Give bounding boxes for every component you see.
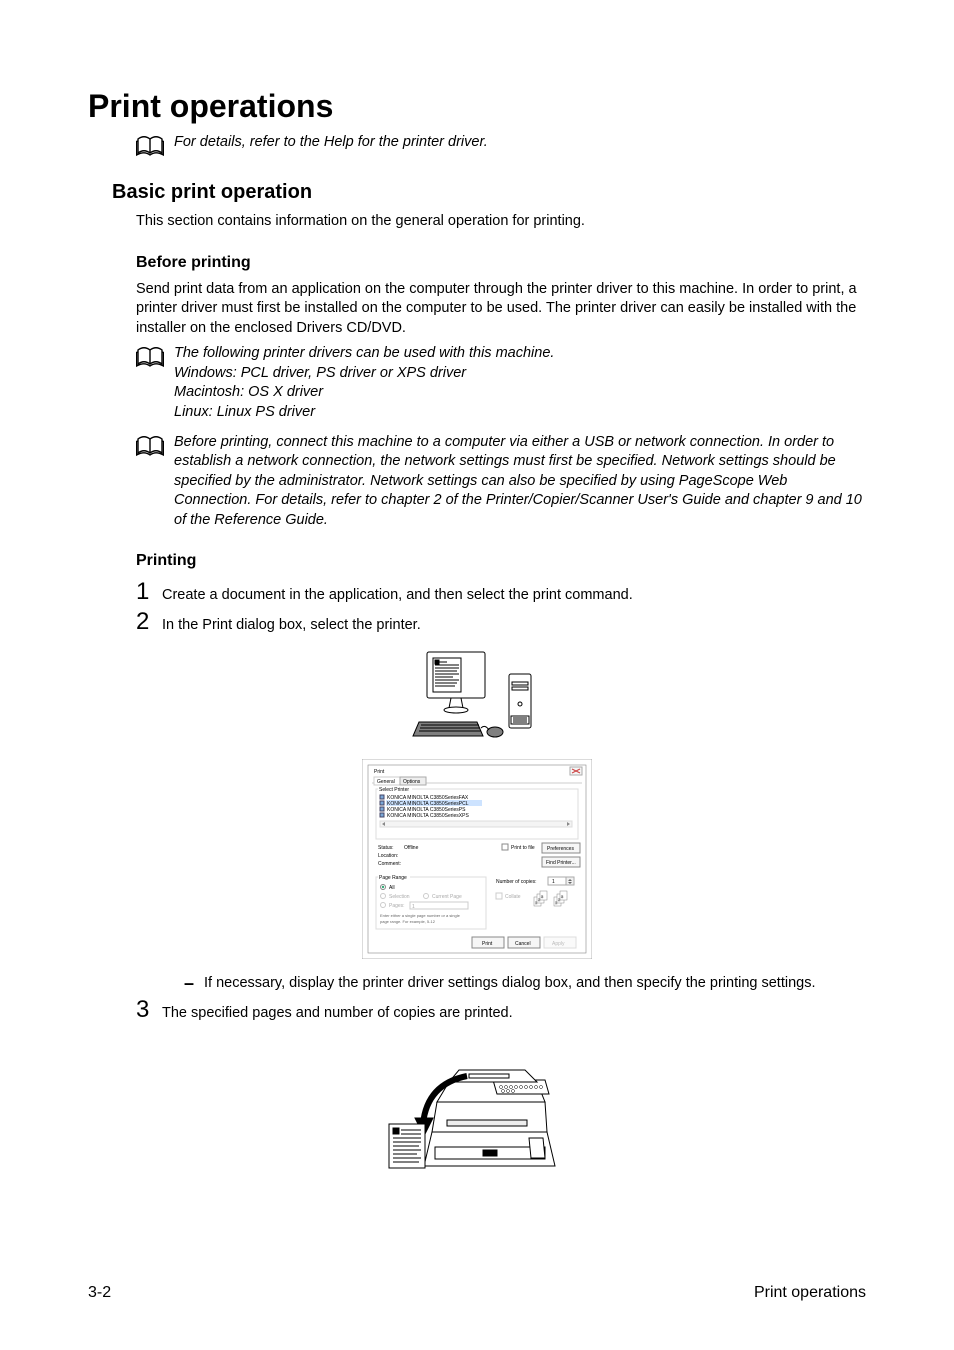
radio-selection[interactable] [381, 894, 386, 899]
step-2-bullet: If necessary, display the printer driver… [204, 974, 815, 994]
book-icon [136, 135, 164, 157]
step-number-3: 3 [136, 996, 162, 1024]
svg-text:page range. For example, 5-12: page range. For example, 5-12 [380, 919, 436, 924]
svg-text:Find Printer...: Find Printer... [546, 860, 576, 866]
svg-text:Page Range: Page Range [379, 875, 407, 881]
page-title: Print operations [88, 88, 866, 125]
svg-text:Preferences: Preferences [547, 846, 574, 852]
svg-text:Selection: Selection [389, 894, 410, 900]
note-line: Macintosh: OS X driver [174, 383, 554, 403]
note-line: Windows: PCL driver, PS driver or XPS dr… [174, 364, 554, 384]
footer-page-number: 3-2 [88, 1284, 111, 1302]
svg-text:All: All [389, 885, 395, 891]
step-1-text: Create a document in the application, an… [162, 586, 633, 606]
note-connection: Before printing, connect this machine to… [174, 433, 866, 531]
section-basic-intro: This section contains information on the… [136, 212, 866, 232]
radio-pages[interactable] [381, 903, 386, 908]
svg-text:1: 1 [552, 879, 555, 885]
svg-text:Cancel: Cancel [515, 941, 531, 947]
before-printing-para: Send print data from an application on t… [136, 280, 866, 339]
pages-input[interactable] [410, 902, 468, 909]
footer-section: Print operations [754, 1284, 866, 1302]
step-number-2: 2 [136, 608, 162, 636]
step-number-1: 1 [136, 578, 162, 606]
step-3-text: The specified pages and number of copies… [162, 1004, 513, 1024]
figure-print-dialog: Print General Options Select Printer KON… [88, 759, 866, 964]
svg-text:Print: Print [482, 941, 493, 947]
note-drivers: The following printer drivers can be use… [174, 344, 554, 422]
scrollbar[interactable] [380, 821, 572, 827]
svg-text:Comment:: Comment: [378, 861, 401, 867]
note-line: Linux: Linux PS driver [174, 403, 554, 423]
svg-text:Pages:: Pages: [389, 903, 405, 909]
note-top: For details, refer to the Help for the p… [174, 133, 488, 153]
collate-checkbox[interactable] [496, 893, 502, 899]
step-2-text: In the Print dialog box, select the prin… [162, 616, 421, 636]
book-icon [136, 346, 164, 368]
printing-title: Printing [136, 552, 866, 570]
copies-input[interactable] [548, 877, 566, 885]
dialog-title: Print [374, 769, 385, 775]
book-icon [136, 435, 164, 457]
radio-current-page[interactable] [424, 894, 429, 899]
close-icon[interactable] [570, 767, 582, 775]
before-printing-title: Before printing [136, 254, 866, 272]
svg-text:Apply: Apply [552, 941, 565, 947]
svg-text:Options: Options [403, 779, 421, 785]
svg-text:Collate: Collate [505, 894, 521, 900]
svg-text:KONICA MINOLTA C3850SeriesXPS: KONICA MINOLTA C3850SeriesXPS [387, 813, 469, 819]
svg-text:Select Printer: Select Printer [379, 787, 409, 793]
figure-computer [88, 644, 866, 749]
svg-text:Status:: Status: [378, 845, 394, 851]
svg-text:Offline: Offline [404, 845, 419, 851]
svg-text:Current Page: Current Page [432, 894, 462, 900]
svg-text:Enter either a single page num: Enter either a single page number or a s… [380, 913, 461, 918]
section-basic-title: Basic print operation [112, 181, 866, 204]
print-to-file-checkbox[interactable] [502, 844, 508, 850]
svg-text:Location:: Location: [378, 853, 398, 859]
svg-text:General: General [377, 779, 395, 785]
figure-printer [88, 1032, 866, 1187]
svg-text:Number of copies:: Number of copies: [496, 879, 537, 885]
bullet-dash: – [184, 974, 204, 992]
note-line: The following printer drivers can be use… [174, 344, 554, 364]
svg-text:1: 1 [412, 904, 415, 910]
svg-text:Print to file: Print to file [511, 845, 535, 851]
